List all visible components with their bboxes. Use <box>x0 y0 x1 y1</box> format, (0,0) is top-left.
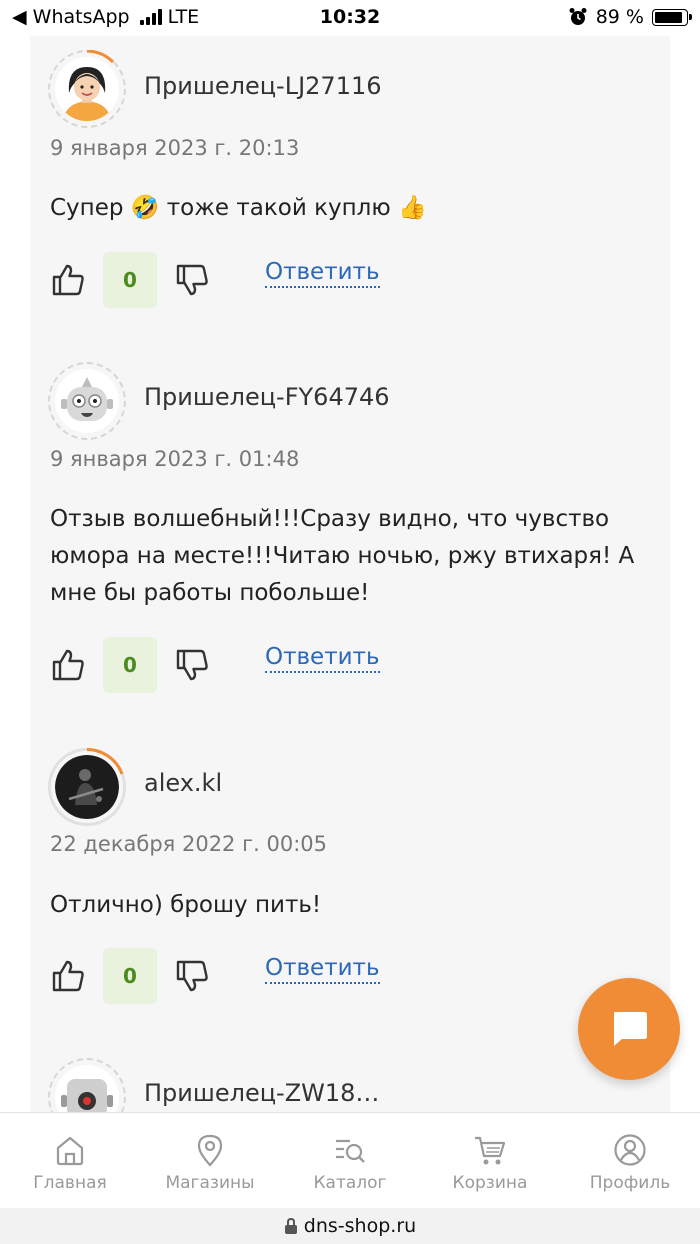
nav-label: Профиль <box>589 1173 671 1193</box>
comments-list: Пришелец-LJ27116 9 января 2023 г. 20:13 … <box>30 36 670 1112</box>
comment-text: Отзыв волшебный!!!Сразу видно, что чувст… <box>50 506 635 606</box>
chat-button[interactable] <box>578 978 680 1080</box>
reply-link[interactable]: Ответить <box>265 643 380 673</box>
reply-link[interactable]: Ответить <box>265 258 380 288</box>
robot-avatar-icon <box>55 369 119 433</box>
battery-icon <box>652 8 692 26</box>
comment-author[interactable]: alex.kl <box>144 769 222 797</box>
lock-icon <box>284 1217 297 1234</box>
nav-item-stores[interactable]: Магазины <box>140 1113 280 1208</box>
catalog-search-icon <box>336 1139 365 1163</box>
reply-link[interactable]: Ответить <box>265 954 380 984</box>
nav-label: Корзина <box>452 1173 528 1193</box>
thumbs-up-icon[interactable] <box>50 647 86 683</box>
nav-label: Магазины <box>165 1173 255 1193</box>
comment-date: 9 января 2023 г. 20:13 <box>50 136 300 160</box>
url-bar[interactable]: dns-shop.ru <box>0 1208 700 1244</box>
comment-actions: 0 Ответить <box>50 637 390 693</box>
status-bar: ◀ WhatsApp LTE 10:32 89 % <box>0 0 700 36</box>
rating-score: 0 <box>103 948 157 1004</box>
url-text: dns-shop.ru <box>303 1215 417 1237</box>
comment-author[interactable]: Пришелец-LJ27116 <box>144 72 382 100</box>
rating-score: 0 <box>103 637 157 693</box>
alarm-icon <box>569 8 587 25</box>
comment-date: 9 января 2023 г. 01:48 <box>50 447 300 471</box>
avatar[interactable] <box>48 1058 126 1112</box>
nav-item-profile[interactable]: Профиль <box>560 1113 700 1208</box>
nav-label: Каталог <box>313 1173 387 1193</box>
nav-label: Главная <box>33 1173 107 1193</box>
home-icon <box>56 1136 84 1166</box>
chat-bubble-icon <box>614 1012 647 1046</box>
comment-text: Отлично) брошу пить! <box>50 892 322 918</box>
profile-icon <box>614 1134 646 1166</box>
comment-actions: 0 Ответить <box>50 252 390 308</box>
robot-avatar-icon <box>55 1065 119 1112</box>
thumbs-down-icon[interactable] <box>174 647 210 683</box>
thumbs-down-icon[interactable] <box>174 958 210 994</box>
nav-item-home[interactable]: Главная <box>0 1113 140 1208</box>
map-pin-icon <box>197 1134 223 1167</box>
comment-date: 22 декабря 2022 г. 00:05 <box>50 832 327 856</box>
comment-author[interactable]: Пришелец-FY64746 <box>144 383 390 411</box>
comment-text: Супер 🤣 тоже такой куплю 👍 <box>50 195 427 221</box>
level-ring <box>86 748 124 775</box>
thumbs-down-icon[interactable] <box>174 262 210 298</box>
level-ring <box>86 50 115 64</box>
comment-actions: 0 Ответить <box>50 948 390 1004</box>
thumbs-up-icon[interactable] <box>50 958 86 994</box>
nav-item-catalog[interactable]: Каталог <box>280 1113 420 1208</box>
comment-author[interactable]: Пришелец-ZW18… <box>144 1079 379 1107</box>
rating-score: 0 <box>103 252 157 308</box>
nav-item-cart[interactable]: Корзина <box>420 1113 560 1208</box>
thumbs-up-icon[interactable] <box>50 262 86 298</box>
avatar[interactable] <box>48 362 126 440</box>
bottom-navigation: Главная Магазины Каталог Корзина Профиль <box>0 1112 700 1208</box>
battery-percent: 89 % <box>595 6 644 28</box>
cart-icon <box>475 1136 506 1165</box>
